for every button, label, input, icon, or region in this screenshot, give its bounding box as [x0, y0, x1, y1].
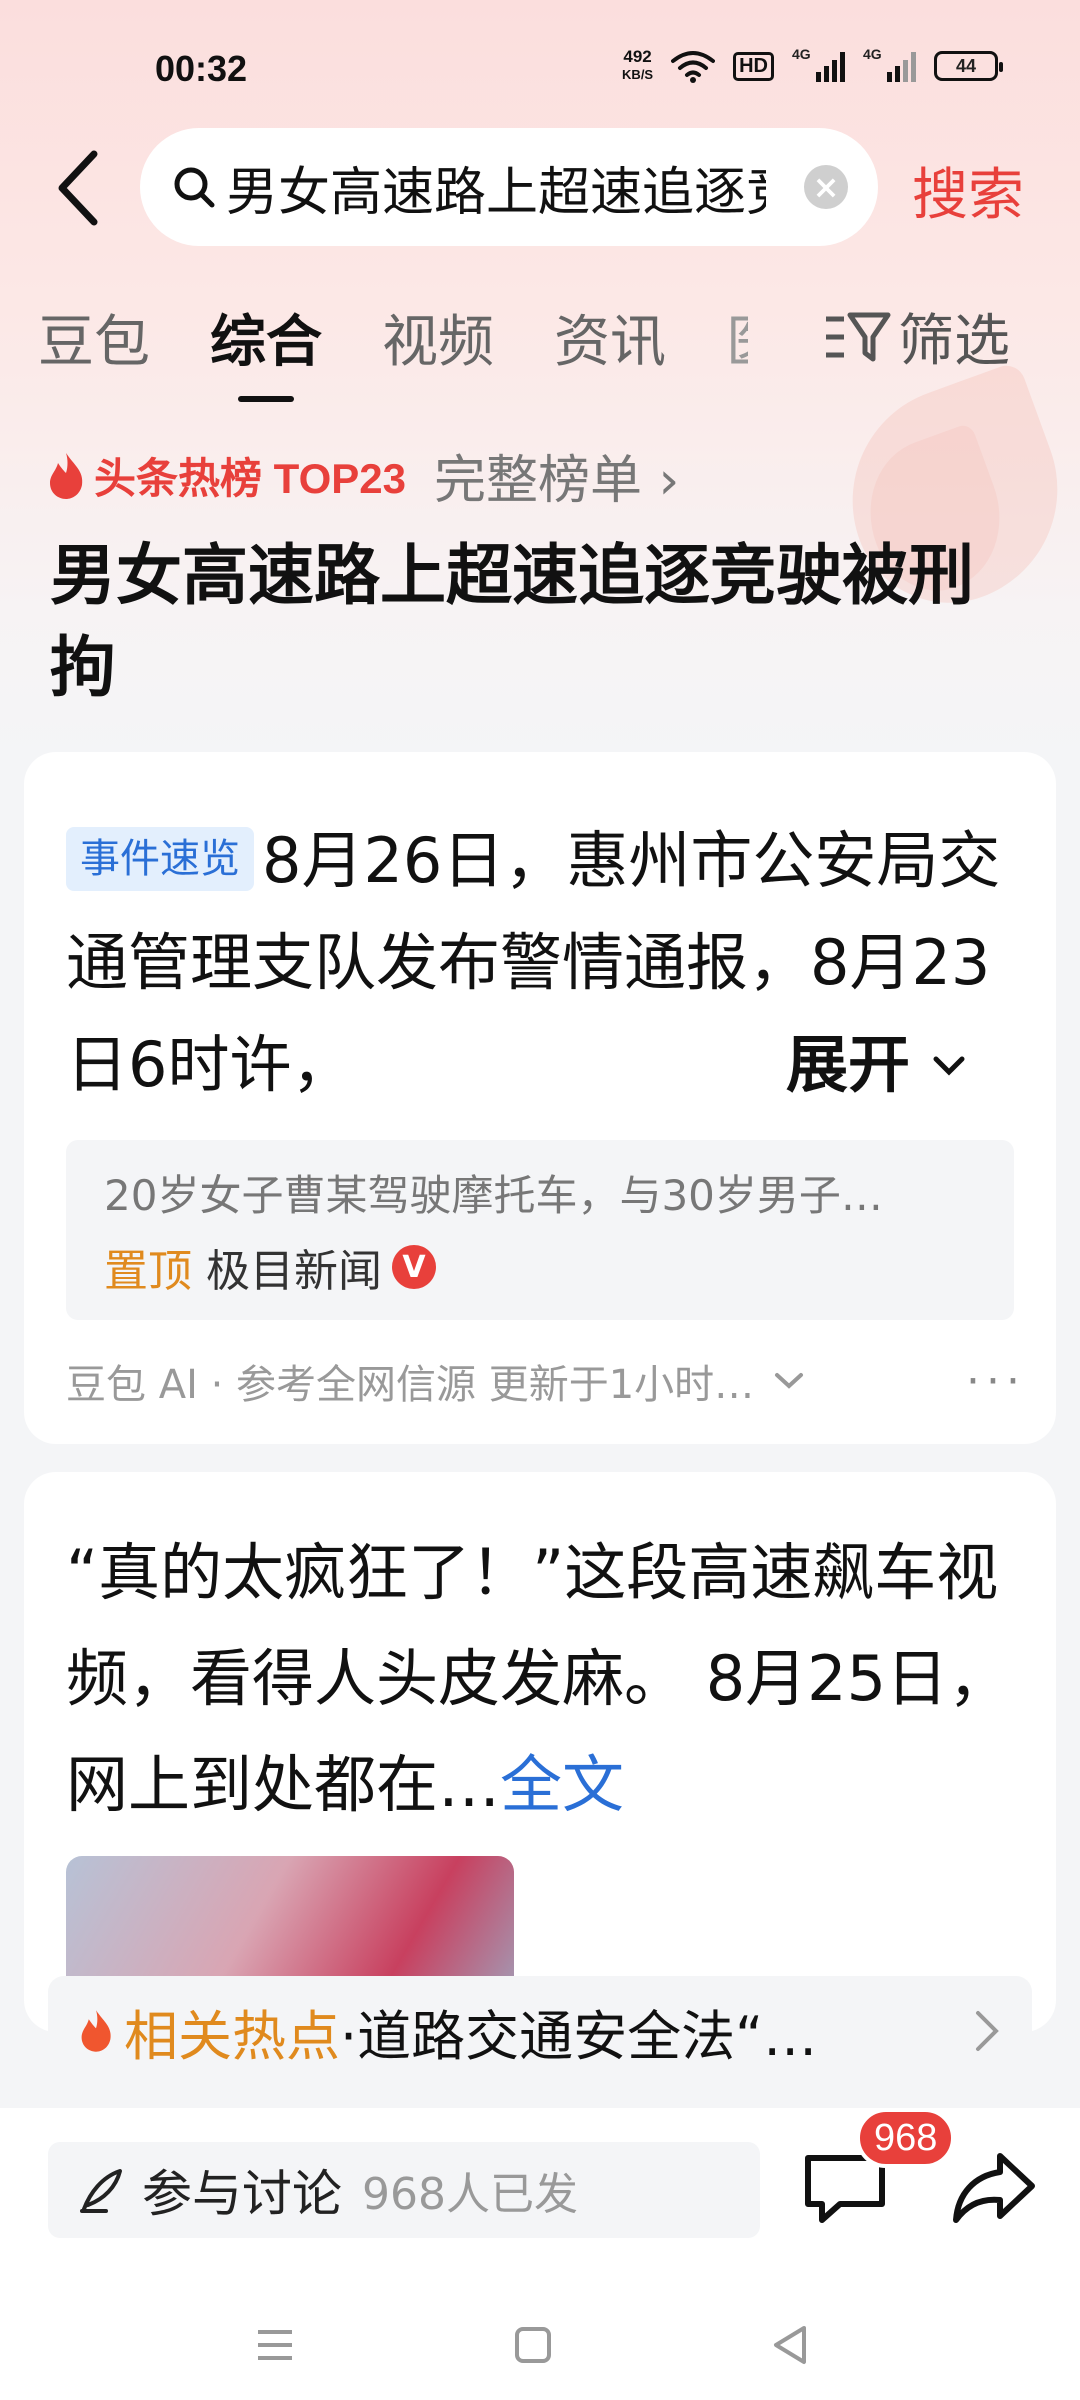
pen-icon [80, 2169, 122, 2213]
card-footer: 豆包 AI · 参考全网信源 更新于1小时… ··· [66, 1352, 1026, 1410]
signal-icon: 4G [792, 46, 845, 82]
discuss-label: 参与讨论 [142, 2165, 342, 2223]
tab-video[interactable]: 视频 [382, 297, 494, 378]
fire-icon [81, 2010, 111, 2052]
tab-news[interactable]: 资讯 [554, 297, 666, 378]
hd-voice-icon: HD [733, 51, 774, 81]
full-text-link[interactable]: 全文 [500, 1748, 624, 1821]
discuss-input[interactable]: 参与讨论 968人已发 [48, 2142, 760, 2238]
home-icon[interactable] [508, 2320, 558, 2370]
pinned-label: 置顶 [104, 1246, 192, 1297]
system-nav-bar [0, 2298, 1080, 2400]
full-list-link[interactable]: 完整榜单 › [434, 438, 679, 513]
filter-button[interactable]: 筛选 [822, 296, 1010, 377]
expand-button[interactable]: 展开 [746, 1014, 966, 1104]
topic-headline: 男女高速路上超速追逐竞驶被刑拘 [50, 537, 974, 706]
discuss-count: 968人已发 [362, 2169, 578, 2220]
fire-icon [50, 452, 83, 499]
source-name: 极目新闻 [206, 1246, 382, 1297]
tab-medical[interactable]: 医 [726, 297, 748, 378]
event-summary-card: 事件速览 8月26日，惠州市公安局交通管理支队发布警情通报，8月23日6时许， 展… [24, 752, 1056, 1444]
tab-doubao[interactable]: 豆包 [38, 297, 150, 378]
menu-icon[interactable] [250, 2320, 300, 2370]
event-badge: 事件速览 [66, 827, 254, 891]
back-icon[interactable] [766, 2320, 816, 2370]
comment-count-badge: 968 [856, 2108, 956, 2168]
hot-rank-label: 头条热榜 TOP23 [94, 455, 406, 502]
signal-icon-2: 4G [863, 46, 916, 82]
article-card[interactable]: “真的太疯狂了！”这段高速飙车视频，看得人头皮发麻。 8月25日，网上到处都在…… [24, 1472, 1056, 2032]
source-snippet: 20岁女子曹某驾驶摩托车，与30岁男子… [104, 1171, 883, 1220]
ai-source-note: 豆包 AI · 参考全网信源 更新于1小时… [66, 1362, 755, 1408]
chevron-right-icon [976, 2011, 999, 2051]
search-icon [174, 167, 215, 208]
verified-icon: V [392, 1245, 436, 1289]
battery-icon: 44 [934, 51, 1003, 81]
bottom-action-bar: 参与讨论 968人已发 968 [0, 2108, 1080, 2298]
status-icons: 492 KB/S HD 4G 4G 44 [622, 46, 1003, 84]
clear-icon[interactable]: × [804, 165, 848, 209]
source-meta: 置顶 极目新闻 V [104, 1235, 976, 1299]
share-icon[interactable] [950, 2148, 1036, 2228]
clock: 00:32 [155, 48, 248, 89]
network-speed: 492 KB/S [622, 47, 654, 83]
related-text: ·道路交通安全法“… [340, 2004, 818, 2068]
filter-icon [826, 312, 891, 361]
more-options-icon[interactable]: ··· [966, 1356, 1026, 1407]
related-hot-topic[interactable]: 相关热点 ·道路交通安全法“… [48, 1976, 1032, 2086]
chevron-down-icon [933, 1056, 965, 1076]
hot-rank-line[interactable]: 头条热榜 TOP23 完整榜单 › [46, 438, 679, 513]
wifi-icon [671, 51, 716, 83]
status-bar: 00:32 492 KB/S HD 4G 4G 44 [0, 0, 1080, 130]
related-label: 相关热点 [124, 2004, 340, 2068]
article-text-block: “真的太疯狂了！”这段高速飙车视频，看得人头皮发麻。 8月25日，网上到处都在…… [66, 1520, 1026, 1838]
search-input[interactable]: 男女高速路上超速追逐竞驶被刑拘 × [140, 128, 878, 246]
source-reference[interactable]: 20岁女子曹某驾驶摩托车，与30岁男子… 置顶 极目新闻 V [66, 1140, 1014, 1320]
search-button[interactable]: 搜索 [912, 150, 1024, 231]
tab-comprehensive[interactable]: 综合 [210, 297, 322, 378]
filter-label: 筛选 [898, 309, 1010, 374]
back-arrow-icon[interactable] [50, 148, 110, 228]
chevron-down-icon[interactable] [774, 1371, 804, 1391]
search-query[interactable]: 男女高速路上超速追逐竞驶被刑拘 [226, 150, 766, 225]
